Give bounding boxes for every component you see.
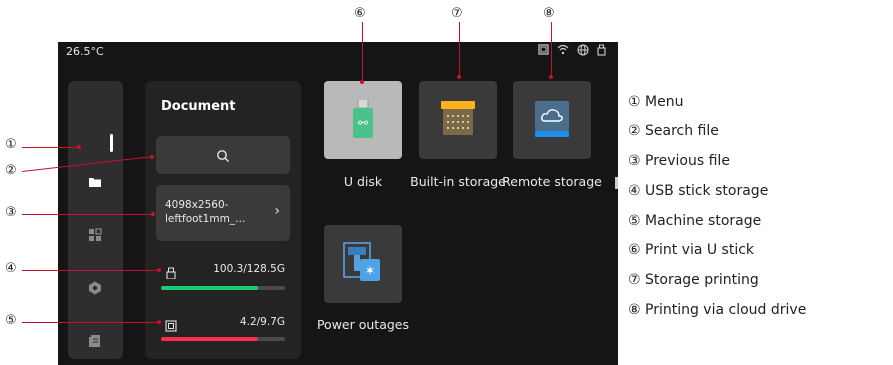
power-outages-label: Power outages <box>316 317 410 332</box>
callout-line-5 <box>22 322 158 323</box>
callout-dot-8 <box>549 75 553 79</box>
callout-6: ⑥ <box>354 6 366 21</box>
usb-storage-fill <box>161 286 258 290</box>
folder-icon[interactable] <box>87 174 103 190</box>
callout-line-4 <box>22 270 158 271</box>
legend-item-storage-printing: ⑦ Storage printing <box>628 272 759 288</box>
callout-5: ⑤ <box>5 313 17 328</box>
callout-4: ④ <box>5 261 17 276</box>
legend-item-menu: ① Menu <box>628 94 684 110</box>
legend-item-previous-file: ③ Previous file <box>628 153 730 169</box>
cloud-storage-icon <box>535 101 569 141</box>
callout-dot-4 <box>157 268 161 272</box>
svg-text:✶: ✶ <box>365 264 376 279</box>
next-tile-edge <box>615 177 618 189</box>
callout-line-3 <box>22 214 152 215</box>
remote-storage-label: Remote storage <box>502 174 602 189</box>
callout-3: ③ <box>5 205 17 220</box>
callout-dot-2 <box>150 155 154 159</box>
sidebar-menu <box>68 81 123 359</box>
document-title: Document <box>161 99 236 114</box>
callout-line-7 <box>459 22 460 77</box>
document-panel: Document 4098x2560-leftfoot1mm_… › 100.3… <box>145 81 301 359</box>
callout-dot-7 <box>457 75 461 79</box>
temperature-readout: 26.5°C <box>66 45 104 58</box>
callout-dot-6 <box>360 80 364 84</box>
machine-storage-icon <box>165 317 177 332</box>
history-icon[interactable] <box>87 333 103 349</box>
u-disk-tile[interactable]: ⚯ <box>324 81 402 159</box>
search-file-button[interactable] <box>156 136 290 174</box>
callout-7: ⑦ <box>451 6 463 21</box>
usb-storage-bar <box>161 286 285 290</box>
legend-item-machine-storage: ⑤ Machine storage <box>628 213 762 229</box>
built-in-storage-tile[interactable] <box>419 81 497 159</box>
legend-item-search-file: ② Search file <box>628 123 719 139</box>
settings-icon[interactable] <box>87 280 103 296</box>
built-in-storage-label: Built-in storage <box>410 174 506 189</box>
active-menu-indicator <box>110 134 113 152</box>
printer-screen: 26.5°C Document 4098x2560-leftfoot1mm_… … <box>58 42 618 365</box>
machine-storage-value: 4.2/9.7G <box>239 316 285 328</box>
callout-line-1 <box>22 147 78 148</box>
power-outage-icon: ✶ <box>342 241 382 287</box>
machine-storage-bar <box>161 337 285 341</box>
remote-storage-tile[interactable] <box>513 81 591 159</box>
globe-icon <box>577 44 589 60</box>
usb-icon <box>597 44 606 60</box>
legend-item-usb-stick-storage: ④ USB stick storage <box>628 183 769 199</box>
chevron-right-icon: › <box>274 203 280 219</box>
device-icon <box>538 44 549 60</box>
search-icon <box>216 148 230 167</box>
previous-file-button[interactable]: 4098x2560-leftfoot1mm_… › <box>156 185 290 241</box>
callout-line-8 <box>551 22 552 77</box>
apps-icon[interactable] <box>87 227 103 243</box>
svg-text:⚯: ⚯ <box>358 116 368 130</box>
usb-stick-icon: ⚯ <box>351 98 375 143</box>
status-icons <box>538 44 606 60</box>
callout-2: ② <box>5 163 17 178</box>
power-outages-tile[interactable]: ✶ <box>324 225 402 303</box>
callout-line-6 <box>362 22 363 82</box>
legend-item-print-via-u-stick: ⑥ Print via U stick <box>628 242 755 258</box>
u-disk-label: U disk <box>343 174 383 189</box>
legend-item-printing-via-cloud-drive: ⑧ Printing via cloud drive <box>628 302 807 318</box>
callout-8: ⑧ <box>543 6 555 21</box>
callout-1: ① <box>5 137 17 152</box>
wifi-icon <box>557 44 569 60</box>
usb-storage-value: 100.3/128.5G <box>213 263 285 275</box>
callout-dot-5 <box>157 320 161 324</box>
callout-dot-3 <box>151 212 155 216</box>
internal-storage-icon <box>441 101 475 141</box>
usb-storage-icon <box>165 264 177 280</box>
machine-storage-fill <box>161 337 258 341</box>
previous-file-name: 4098x2560-leftfoot1mm_… <box>165 199 246 225</box>
callout-dot-1 <box>77 145 81 149</box>
